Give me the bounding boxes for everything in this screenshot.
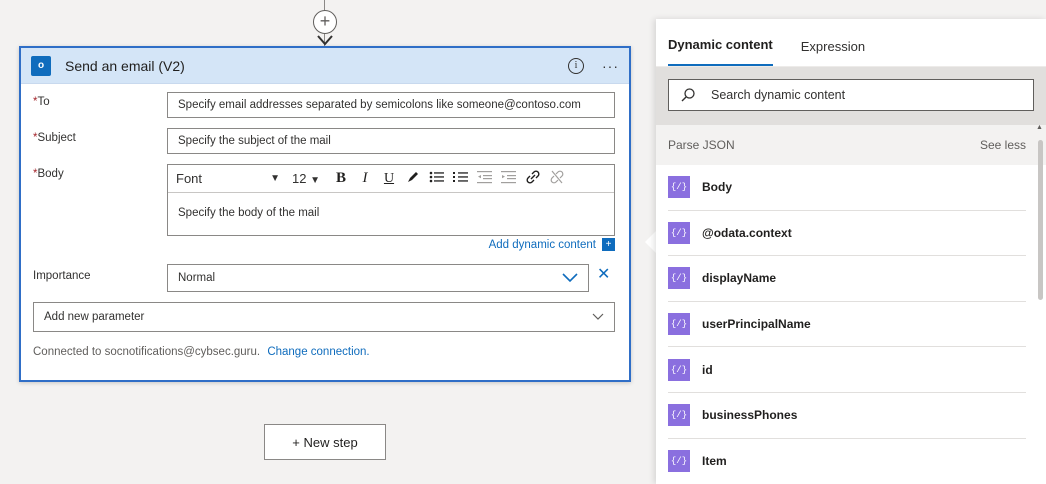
font-value: Font [176, 171, 203, 186]
tab-dynamic-content[interactable]: Dynamic content [668, 37, 773, 66]
dynamic-item-label: userPrincipalName [702, 317, 811, 332]
highlight-pen-icon[interactable] [402, 170, 424, 187]
numbered-list-icon[interactable] [450, 170, 472, 187]
dynamic-item-odata-context[interactable]: {/} @odata.context [668, 211, 1026, 257]
dynamic-item-label: @odata.context [702, 225, 792, 240]
braces-icon: {/} [668, 404, 690, 427]
subject-label-text: Subject [37, 132, 76, 144]
more-options-icon[interactable]: ··· [602, 58, 619, 74]
change-connection-link[interactable]: Change connection. [267, 346, 369, 358]
increase-indent-icon[interactable] [498, 170, 520, 187]
add-dynamic-content-icon: + [602, 238, 615, 251]
card-header[interactable]: o Send an email (V2) i ··· [21, 48, 629, 84]
search-area: Search dynamic content [656, 67, 1046, 125]
search-input[interactable]: Search dynamic content [668, 79, 1034, 111]
dynamic-item-label: Body [702, 180, 732, 195]
dynamic-content-list: {/} Body {/} @odata.context {/} displayN… [656, 165, 1046, 484]
body-placeholder: Specify the body of the mail [178, 207, 320, 219]
add-new-parameter-dropdown[interactable]: Add new parameter [33, 302, 615, 332]
dynamic-item-label: Item [702, 454, 727, 469]
scroll-up-arrow-icon[interactable]: ▲ [1036, 124, 1043, 131]
braces-icon: {/} [668, 176, 690, 199]
dynamic-item-userprincipalname[interactable]: {/} userPrincipalName [668, 302, 1026, 348]
dynamic-item-displayname[interactable]: {/} displayName [668, 256, 1026, 302]
unlink-icon[interactable] [546, 170, 568, 187]
send-email-action-card[interactable]: o Send an email (V2) i ··· *To Specify e… [19, 46, 631, 382]
to-label: *To [33, 96, 50, 108]
add-dynamic-content-text: Add dynamic content [488, 238, 596, 251]
dynamic-item-id[interactable]: {/} id [668, 347, 1026, 393]
section-header-parse-json: Parse JSON See less [656, 125, 1046, 165]
braces-icon: {/} [668, 450, 690, 473]
insert-step-plus-icon[interactable]: + [313, 10, 337, 34]
braces-icon: {/} [668, 358, 690, 381]
caret-down-icon: ▼ [310, 175, 320, 186]
importance-value: Normal [178, 272, 216, 284]
dynamic-item-item[interactable]: {/} Item [668, 439, 1026, 484]
font-size-value: 12 [292, 171, 307, 186]
subject-field[interactable]: Specify the subject of the mail [167, 128, 615, 154]
tab-expression[interactable]: Expression [801, 39, 865, 66]
braces-icon: {/} [668, 313, 690, 336]
clear-importance-icon[interactable]: ✕ [597, 264, 610, 284]
bold-button[interactable]: B [330, 170, 352, 187]
italic-button[interactable]: I [354, 170, 376, 187]
dynamic-content-panel: Dynamic content Expression Search dynami… [656, 19, 1046, 484]
outlook-icon: o [31, 55, 51, 76]
importance-dropdown[interactable]: Normal [167, 264, 589, 292]
bullet-list-icon[interactable] [426, 170, 448, 187]
font-dropdown[interactable]: Font ▼ [176, 171, 280, 186]
braces-icon: {/} [668, 267, 690, 290]
scrollbar-thumb[interactable] [1038, 140, 1043, 300]
link-icon[interactable] [522, 170, 544, 187]
braces-icon: {/} [668, 221, 690, 244]
dynamic-item-businessphones[interactable]: {/} businessPhones [668, 393, 1026, 439]
to-label-text: To [37, 96, 50, 108]
dynamic-item-body[interactable]: {/} Body [668, 165, 1026, 211]
see-less-link[interactable]: See less [980, 138, 1026, 152]
caret-down-icon: ▼ [270, 173, 280, 184]
search-placeholder: Search dynamic content [711, 88, 846, 102]
add-new-parameter-text: Add new parameter [44, 311, 145, 323]
importance-label: Importance [33, 270, 91, 282]
body-editor[interactable]: Font ▼ 12 ▼ B I U Specify the body of th… [167, 164, 615, 236]
section-title: Parse JSON [668, 138, 735, 152]
connection-info: Connected to socnotifications@cybsec.gur… [33, 346, 370, 358]
add-dynamic-content-link[interactable]: Add dynamic content + [489, 238, 615, 251]
chevron-down-icon [592, 313, 604, 320]
chevron-down-icon [562, 273, 578, 283]
info-icon[interactable]: i [568, 57, 584, 74]
panel-tabs: Dynamic content Expression [656, 19, 1046, 67]
decrease-indent-icon[interactable] [474, 170, 496, 187]
dynamic-item-label: displayName [702, 271, 777, 286]
arrow-down-icon [317, 35, 333, 46]
to-placeholder: Specify email addresses separated by sem… [178, 99, 581, 111]
card-title: Send an email (V2) [65, 57, 185, 74]
body-label-text: Body [37, 168, 64, 180]
font-size-dropdown[interactable]: 12 ▼ [292, 171, 328, 186]
to-field[interactable]: Specify email addresses separated by sem… [167, 92, 615, 118]
subject-placeholder: Specify the subject of the mail [178, 135, 331, 147]
dynamic-item-label: id [702, 362, 713, 377]
subject-label: *Subject [33, 132, 76, 144]
new-step-button[interactable]: + New step [264, 424, 386, 460]
dynamic-item-label: businessPhones [702, 408, 798, 423]
search-icon [681, 88, 695, 102]
underline-button[interactable]: U [378, 171, 400, 187]
connected-text: Connected to socnotifications@cybsec.gur… [33, 346, 261, 358]
rich-text-toolbar: Font ▼ 12 ▼ B I U [168, 165, 614, 193]
body-label: *Body [33, 168, 64, 180]
